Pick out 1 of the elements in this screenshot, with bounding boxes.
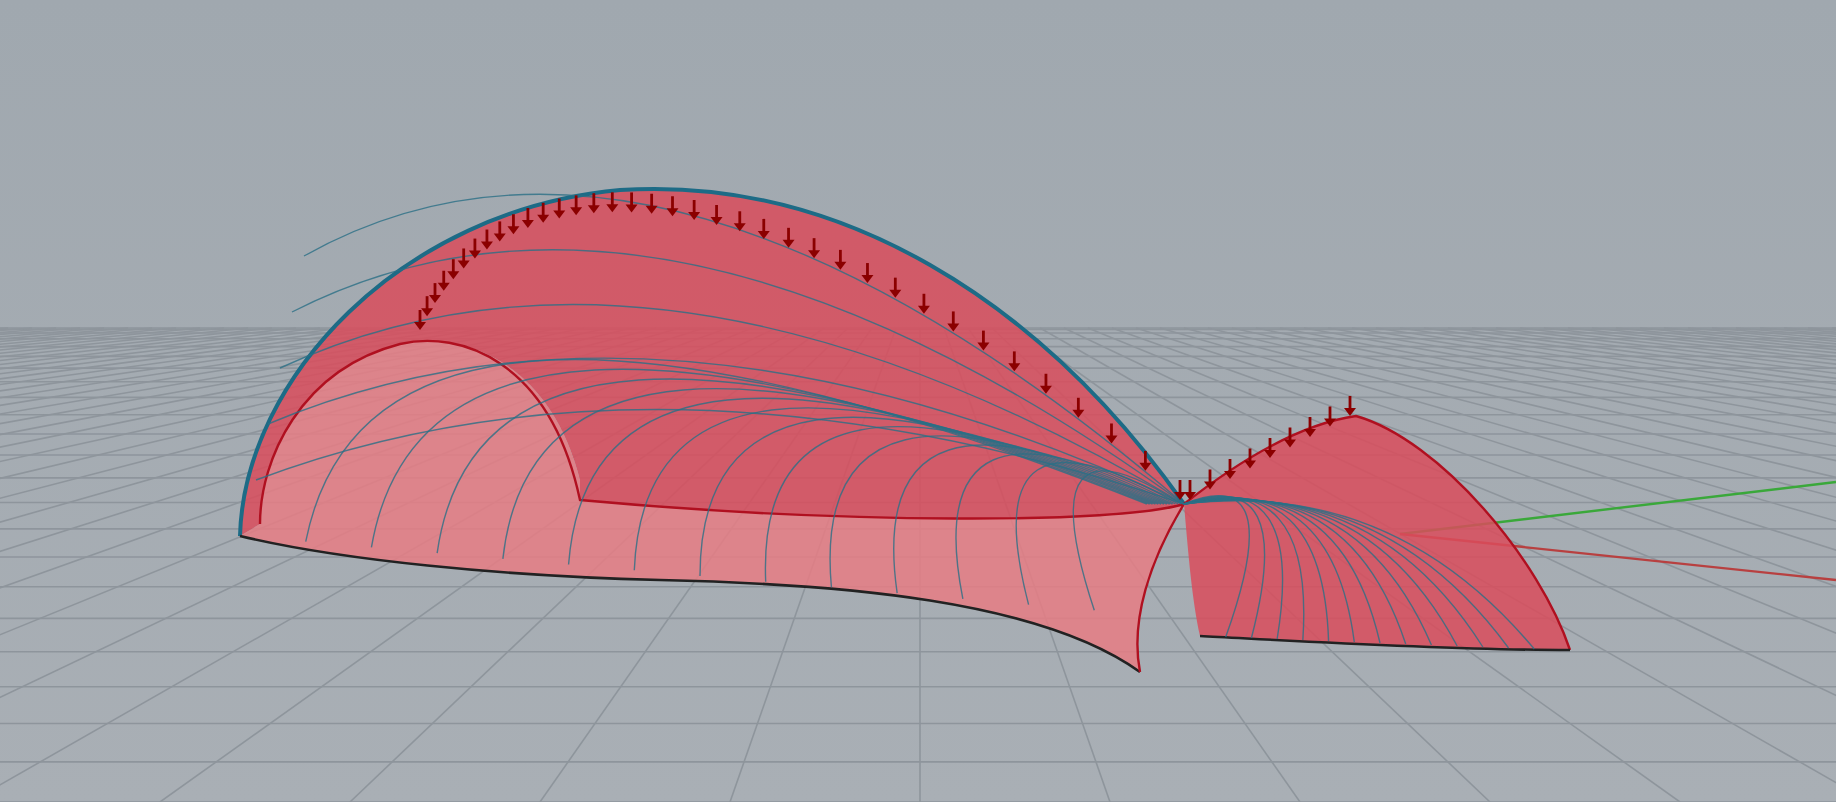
perspective-viewport[interactable] xyxy=(0,0,1836,802)
